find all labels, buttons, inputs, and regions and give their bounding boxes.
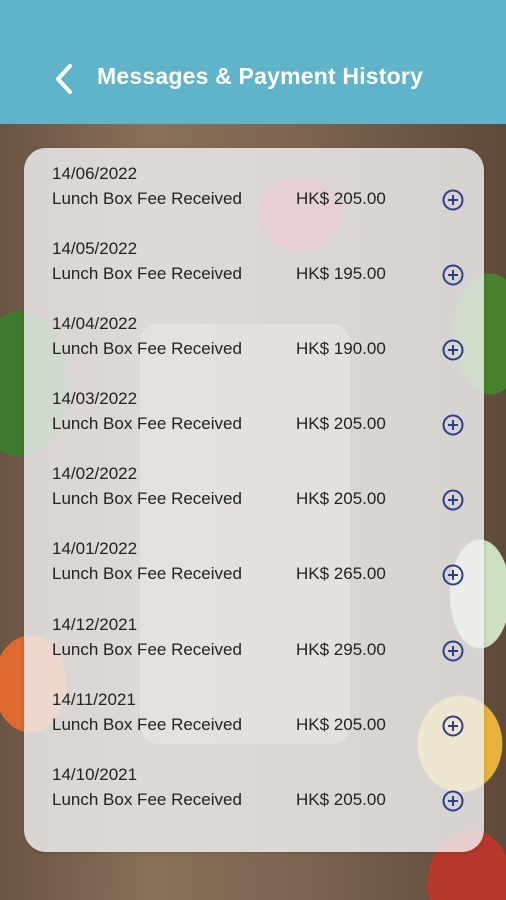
payment-date: 14/10/2021: [52, 765, 138, 784]
list-item: 14/04/2022 Lunch Box Fee Received HK$ 19…: [24, 314, 484, 384]
list-item: 14/10/2021 Lunch Box Fee Received HK$ 20…: [24, 765, 484, 835]
chevron-left-icon[interactable]: [48, 62, 82, 96]
payment-amount: HK$ 190.00: [296, 339, 386, 358]
plus-circle-icon[interactable]: [442, 715, 464, 737]
list-item: 14/06/2022 Lunch Box Fee Received HK$ 20…: [24, 164, 484, 234]
plus-circle-icon[interactable]: [442, 640, 464, 662]
payment-amount: HK$ 205.00: [296, 189, 386, 208]
list-item: 14/05/2022 Lunch Box Fee Received HK$ 19…: [24, 239, 484, 309]
plus-circle-icon[interactable]: [442, 564, 464, 586]
plus-circle-icon[interactable]: [442, 790, 464, 812]
payment-date: 14/05/2022: [52, 239, 138, 258]
list-item: 14/03/2022 Lunch Box Fee Received HK$ 20…: [24, 389, 484, 459]
payment-description: Lunch Box Fee Received: [52, 189, 242, 208]
payment-date: 14/12/2021: [52, 615, 138, 634]
payment-description: Lunch Box Fee Received: [52, 264, 242, 283]
payment-description: Lunch Box Fee Received: [52, 339, 242, 358]
payment-date: 14/02/2022: [52, 464, 138, 483]
payment-description: Lunch Box Fee Received: [52, 414, 242, 433]
list-item: 14/01/2022 Lunch Box Fee Received HK$ 26…: [24, 539, 484, 609]
payment-amount: HK$ 205.00: [296, 715, 386, 734]
payment-date: 14/04/2022: [52, 314, 138, 333]
plus-circle-icon[interactable]: [442, 339, 464, 361]
plus-circle-icon[interactable]: [442, 489, 464, 511]
payment-date: 14/01/2022: [52, 539, 138, 558]
payment-description: Lunch Box Fee Received: [52, 640, 242, 659]
payment-date: 14/06/2022: [52, 164, 138, 183]
payment-amount: HK$ 205.00: [296, 790, 386, 809]
payment-date: 14/03/2022: [52, 389, 138, 408]
plus-circle-icon[interactable]: [442, 189, 464, 211]
payment-history-list: 14/06/2022 Lunch Box Fee Received HK$ 20…: [24, 148, 484, 852]
page-title: Messages & Payment History: [97, 63, 424, 89]
list-item: 14/02/2022 Lunch Box Fee Received HK$ 20…: [24, 464, 484, 534]
payment-description: Lunch Box Fee Received: [52, 715, 242, 734]
app-header: Messages & Payment History: [0, 0, 506, 124]
payment-description: Lunch Box Fee Received: [52, 790, 242, 809]
list-item: 14/12/2021 Lunch Box Fee Received HK$ 29…: [24, 615, 484, 685]
payment-amount: HK$ 265.00: [296, 564, 386, 583]
payment-description: Lunch Box Fee Received: [52, 489, 242, 508]
payment-description: Lunch Box Fee Received: [52, 564, 242, 583]
list-item: 14/11/2021 Lunch Box Fee Received HK$ 20…: [24, 690, 484, 760]
plus-circle-icon[interactable]: [442, 264, 464, 286]
payment-amount: HK$ 195.00: [296, 264, 386, 283]
payment-amount: HK$ 205.00: [296, 414, 386, 433]
payment-amount: HK$ 205.00: [296, 489, 386, 508]
payment-amount: HK$ 295.00: [296, 640, 386, 659]
plus-circle-icon[interactable]: [442, 414, 464, 436]
payment-date: 14/11/2021: [52, 690, 136, 709]
